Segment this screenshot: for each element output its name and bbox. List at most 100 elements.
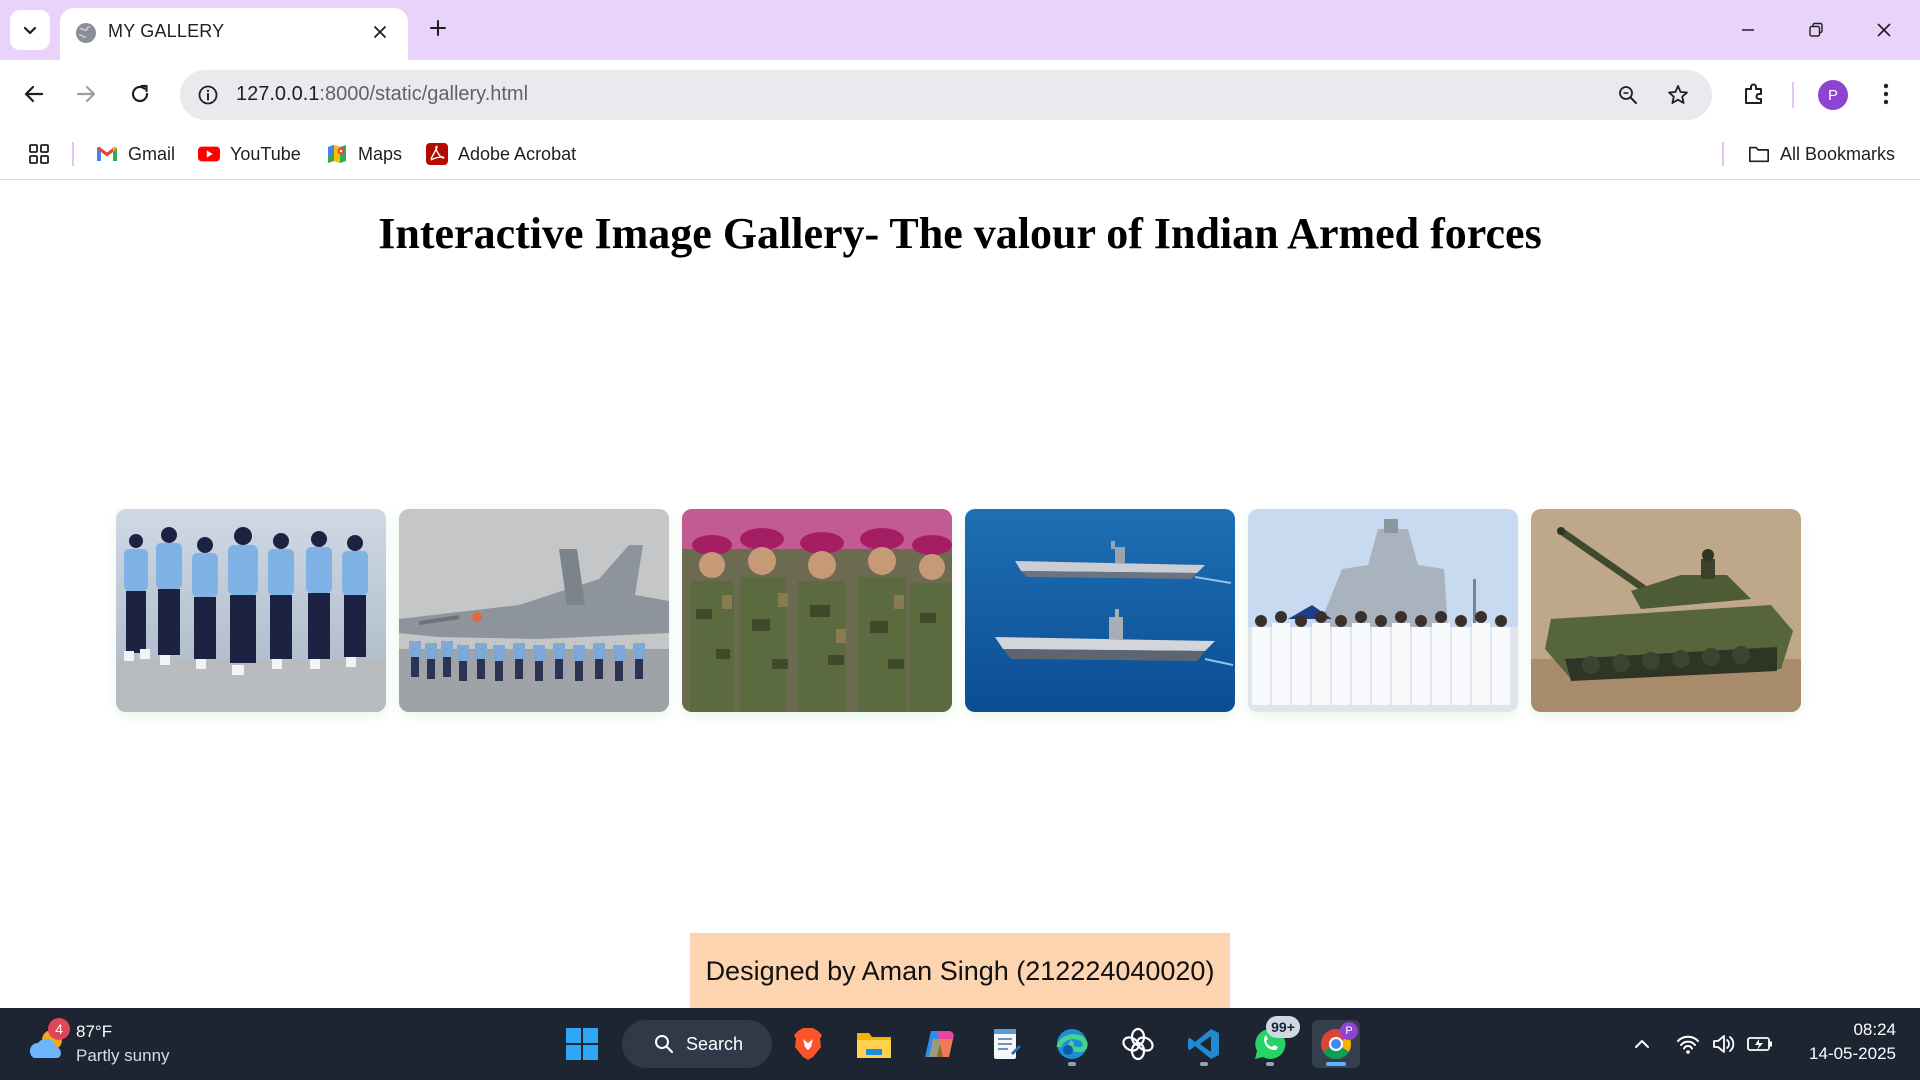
forward-button[interactable] [66, 74, 106, 114]
running-indicator [1266, 1062, 1274, 1066]
tab-title: MY GALLERY [108, 21, 225, 41]
apps-button[interactable] [24, 140, 54, 168]
brave-icon [794, 1028, 822, 1060]
system-clock[interactable]: 08:24 14-05-2025 [1786, 1018, 1896, 1066]
running-indicator [1200, 1062, 1208, 1066]
show-hidden-icons-button[interactable] [1626, 1028, 1658, 1060]
puzzle-icon [1745, 83, 1762, 104]
zoom-button[interactable] [1612, 79, 1644, 111]
taskbar-file-explorer[interactable] [850, 1020, 898, 1068]
browser-toolbar: 127.0.0.1:8000/static/gallery.html P [0, 60, 1920, 128]
gallery-image-fighter-jet-parade[interactable] [399, 509, 669, 712]
gallery-image-navy-personnel[interactable] [1248, 509, 1518, 712]
browser-menu-button[interactable] [1866, 74, 1906, 114]
close-window-button[interactable] [1862, 10, 1906, 50]
gallery-image-army-parade[interactable] [682, 509, 952, 712]
gallery-image-air-force-parade[interactable] [116, 509, 386, 712]
all-bookmarks-button[interactable]: All Bookmarks [1748, 138, 1895, 170]
info-icon [198, 85, 218, 105]
active-indicator [1326, 1062, 1346, 1066]
weather-alert-badge: 4 [48, 1018, 70, 1040]
bookmark-star-button[interactable] [1662, 79, 1694, 111]
wifi-icon [1677, 1035, 1699, 1054]
close-icon [1877, 23, 1891, 37]
windows-taskbar: 4 87°F Partly sunny Search 99+ P 08:24 1… [0, 1008, 1920, 1080]
page-footer: Designed by Aman Singh (212224040020) [690, 933, 1230, 1009]
start-button[interactable] [558, 1020, 606, 1068]
weather-widget[interactable]: 4 87°F Partly sunny [24, 1018, 204, 1070]
reload-button[interactable] [120, 74, 160, 114]
back-button[interactable] [14, 74, 54, 114]
folder-icon [857, 1033, 891, 1058]
gmail-icon [96, 143, 118, 165]
taskbar-whatsapp[interactable]: 99+ [1246, 1016, 1300, 1068]
restore-button[interactable] [1794, 10, 1838, 50]
new-tab-button[interactable] [424, 14, 452, 42]
globe-icon [76, 23, 96, 43]
acrobat-icon [426, 143, 448, 165]
minimize-button[interactable] [1726, 10, 1770, 50]
taskbar-notepad[interactable] [982, 1020, 1030, 1068]
gallery-image-aircraft-carriers[interactable] [965, 509, 1235, 712]
running-indicator [1068, 1062, 1076, 1066]
taskbar-edge[interactable] [1048, 1020, 1096, 1068]
search-icon [655, 1035, 674, 1054]
taskbar-search-label: Search [686, 1033, 744, 1054]
toolbar-divider [1792, 82, 1794, 108]
chatgpt-icon [1122, 1027, 1154, 1061]
speaker-icon [1713, 1035, 1735, 1053]
bookmarks-separator [72, 142, 74, 166]
taskbar-brave[interactable] [784, 1020, 832, 1068]
edge-icon [1056, 1029, 1088, 1059]
bookmark-adobe-acrobat[interactable]: Adobe Acrobat [426, 138, 576, 170]
weather-temperature: 87°F [76, 1022, 113, 1041]
tab-close-button[interactable] [366, 18, 394, 46]
wifi-status[interactable] [1672, 1028, 1704, 1060]
close-icon [374, 26, 386, 38]
copilot-icon [925, 1031, 954, 1057]
page-title: Interactive Image Gallery- The valour of… [378, 209, 1542, 258]
url-text: 127.0.0.1:8000/static/gallery.html [236, 83, 528, 106]
extensions-button[interactable] [1734, 74, 1774, 114]
star-icon [1668, 85, 1688, 104]
arrow-left-icon [24, 85, 44, 103]
url-path: :8000/static/gallery.html [319, 83, 529, 105]
taskbar-search[interactable]: Search [622, 1020, 772, 1068]
bookmark-youtube[interactable]: YouTube [198, 138, 301, 170]
chrome-profile-badge: P [1340, 1022, 1358, 1040]
tab-my-gallery[interactable]: MY GALLERY [60, 8, 408, 60]
battery-status[interactable] [1744, 1028, 1776, 1060]
taskbar-vscode[interactable] [1180, 1020, 1228, 1068]
battery-charging-icon [1747, 1037, 1772, 1051]
profile-avatar[interactable]: P [1818, 80, 1848, 110]
browser-titlebar: MY GALLERY [0, 0, 1920, 60]
bookmarks-bar: Gmail YouTube Maps Adobe Acrobat All Boo… [0, 128, 1920, 180]
address-bar[interactable]: 127.0.0.1:8000/static/gallery.html [180, 70, 1712, 120]
volume-control[interactable] [1708, 1028, 1740, 1060]
plus-icon [430, 20, 446, 36]
tab-search-button[interactable] [10, 10, 50, 50]
chevron-down-icon [23, 26, 37, 35]
bookmark-label: Maps [358, 143, 403, 164]
gallery-image-army-tank[interactable] [1531, 509, 1801, 712]
zoom-icon [1619, 86, 1637, 104]
youtube-icon [198, 143, 220, 165]
minimize-icon [1742, 29, 1754, 31]
site-info-button[interactable] [190, 77, 226, 113]
vscode-icon [1188, 1029, 1219, 1059]
taskbar-chrome[interactable]: P [1312, 1020, 1360, 1068]
restore-icon [1809, 22, 1823, 37]
maps-icon [326, 143, 348, 165]
apps-grid-icon [29, 144, 49, 164]
taskbar-copilot[interactable] [916, 1020, 964, 1068]
windows-logo-icon [566, 1028, 598, 1060]
all-bookmarks-label: All Bookmarks [1780, 143, 1896, 164]
clock-time: 08:24 [1853, 1020, 1896, 1039]
bookmark-maps[interactable]: Maps [326, 138, 402, 170]
folder-icon [1748, 143, 1770, 165]
weather-description: Partly sunny [76, 1046, 170, 1065]
more-vertical-icon [1883, 83, 1889, 105]
bookmark-gmail[interactable]: Gmail [96, 138, 175, 170]
taskbar-chatgpt[interactable] [1114, 1020, 1162, 1068]
url-host: 127.0.0.1 [236, 83, 320, 105]
